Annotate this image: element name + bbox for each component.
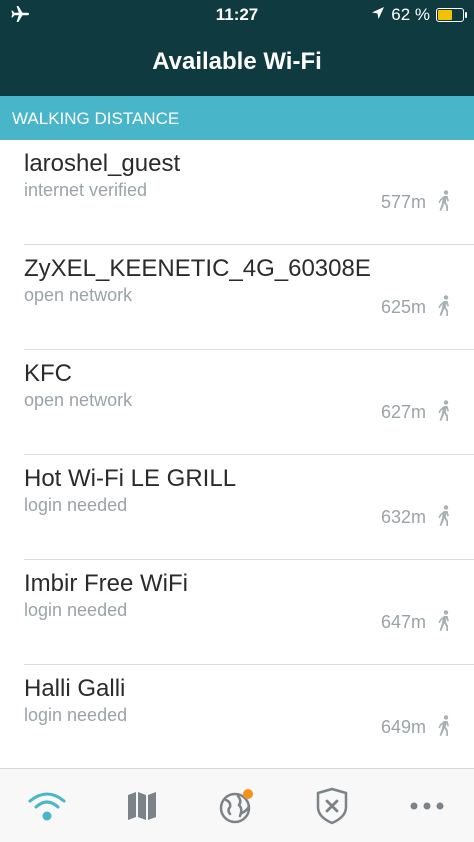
walking-icon — [438, 610, 449, 631]
battery-percent: 62 % — [391, 5, 430, 24]
tab-bar — [0, 768, 474, 842]
network-name: laroshel_guest — [24, 150, 181, 177]
tab-more[interactable] — [380, 769, 474, 842]
section-label: WALKING DISTANCE — [12, 109, 180, 128]
walking-icon — [438, 400, 449, 421]
tab-globe[interactable] — [190, 769, 284, 842]
network-distance: 647m — [380, 612, 426, 632]
walking-icon — [438, 295, 449, 316]
wifi-icon — [28, 792, 66, 820]
network-distance: 625m — [380, 297, 426, 317]
shield-icon — [316, 787, 348, 824]
network-list[interactable]: laroshel_guest internet verified 577m Zy… — [0, 140, 474, 768]
network-status: login needed — [24, 705, 128, 725]
network-row[interactable]: laroshel_guest internet verified 577m — [0, 140, 474, 245]
network-status: open network — [24, 285, 133, 305]
network-distance: 627m — [380, 402, 426, 422]
map-icon — [128, 791, 156, 820]
notification-badge — [243, 788, 253, 799]
more-icon — [410, 802, 444, 809]
network-distance: 649m — [380, 717, 426, 737]
battery-icon — [436, 8, 467, 22]
network-distance: 632m — [380, 507, 426, 527]
walking-icon — [438, 190, 449, 211]
globe-icon — [219, 788, 253, 823]
network-distance: 577m — [380, 192, 426, 212]
network-row[interactable]: ZyXEL_KEENETIC_4G_60308E open network 62… — [0, 245, 474, 350]
network-status: login needed — [24, 495, 128, 515]
page-title: Available Wi-Fi — [152, 48, 322, 75]
network-name: Halli Galli — [24, 675, 126, 702]
tab-map[interactable] — [95, 769, 189, 842]
walking-icon — [438, 715, 449, 736]
network-name: Hot Wi-Fi LE GRILL — [24, 465, 237, 492]
status-bar: 11:27 62 % — [0, 0, 474, 30]
tab-wifi[interactable] — [0, 769, 94, 842]
network-row[interactable]: Hot Wi-Fi LE GRILL login needed 632m — [0, 455, 474, 560]
network-name: KFC — [24, 360, 72, 387]
tab-shield[interactable] — [285, 769, 379, 842]
location-arrow-icon — [371, 5, 385, 25]
network-row[interactable]: Imbir Free WiFi login needed 647m — [0, 560, 474, 665]
section-header: WALKING DISTANCE — [0, 96, 474, 140]
network-name: ZyXEL_KEENETIC_4G_60308E — [24, 255, 371, 282]
nav-bar: Available Wi-Fi — [0, 30, 474, 96]
network-status: internet verified — [24, 180, 148, 200]
network-status: open network — [24, 390, 133, 410]
network-row[interactable]: Halli Galli login needed 649m — [0, 665, 474, 768]
network-row[interactable]: KFC open network 627m — [0, 350, 474, 455]
walking-icon — [438, 505, 449, 526]
network-name: Imbir Free WiFi — [24, 570, 188, 597]
network-status: login needed — [24, 600, 128, 620]
